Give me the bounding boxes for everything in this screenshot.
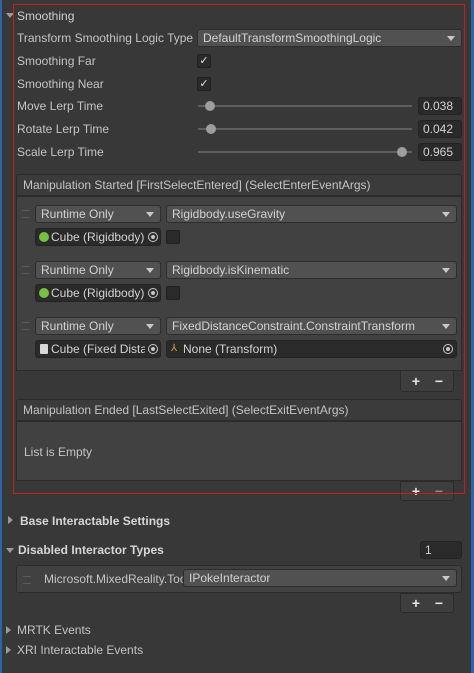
disabled-interactor-add-remove: + − xyxy=(400,593,454,613)
base-interactable-title[interactable]: Base Interactable Settings xyxy=(20,513,170,529)
interactor-type-label: Microsoft.MixedReality.Toolk xyxy=(44,572,192,586)
foldout-arrow-icon[interactable] xyxy=(6,626,11,634)
highlight-rectangle xyxy=(13,4,465,494)
interactor-type-dropdown[interactable]: IPokeInteractor xyxy=(183,569,457,587)
array-size-field[interactable]: 1 xyxy=(420,541,462,559)
mrtk-events-title[interactable]: MRTK Events xyxy=(17,622,91,638)
drag-handle-icon[interactable] xyxy=(23,576,31,584)
foldout-arrow-icon[interactable] xyxy=(6,646,11,654)
foldout-arrow-icon[interactable] xyxy=(8,516,13,524)
foldout-arrow-icon[interactable] xyxy=(6,548,14,553)
chevron-down-icon xyxy=(442,576,450,581)
left-edge-border xyxy=(0,0,2,673)
remove-item-button[interactable]: − xyxy=(430,594,448,612)
interactor-type-value: IPokeInteractor xyxy=(189,571,271,585)
xri-events-title[interactable]: XRI Interactable Events xyxy=(17,642,143,658)
array-size-value: 1 xyxy=(425,543,432,557)
disabled-interactor-list: Microsoft.MixedReality.Toolk IPokeIntera… xyxy=(16,565,462,593)
disabled-interactor-types-title[interactable]: Disabled Interactor Types xyxy=(18,542,164,558)
add-item-button[interactable]: + xyxy=(407,594,425,612)
